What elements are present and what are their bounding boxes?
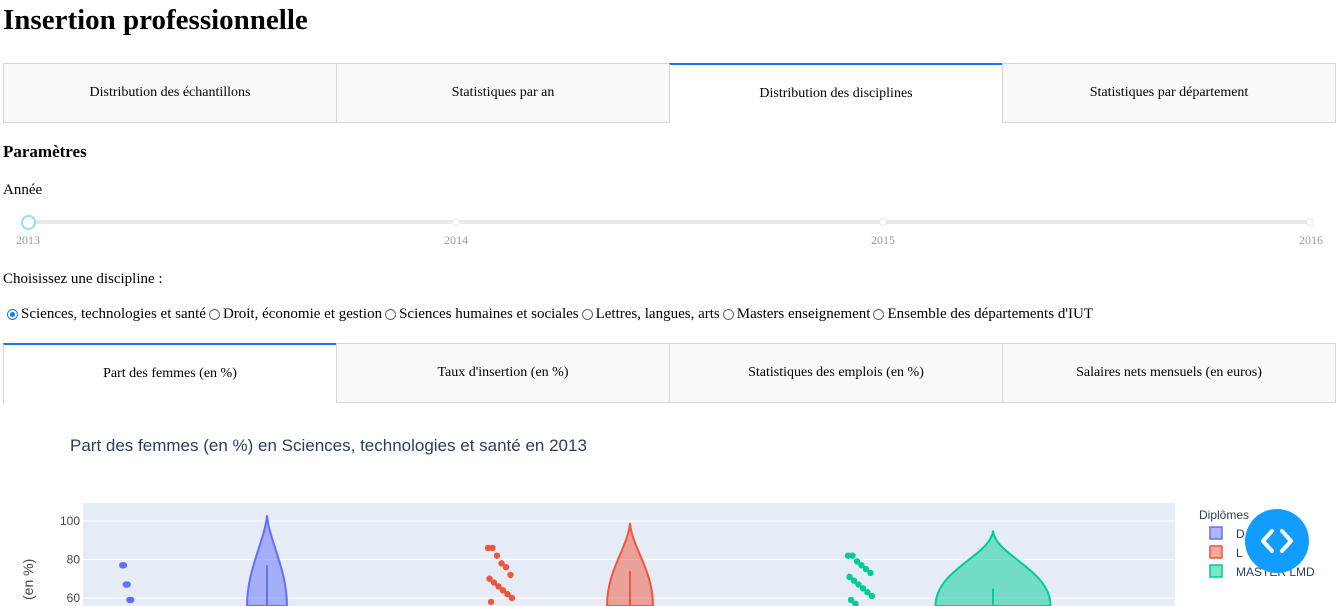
data-point (508, 594, 516, 602)
data-point (487, 598, 495, 606)
data-point (502, 564, 510, 571)
legend-item: L (1236, 546, 1243, 560)
data-point (124, 581, 131, 588)
code-toggle-button[interactable] (1245, 509, 1309, 573)
data-point (507, 571, 514, 579)
data-point (868, 592, 876, 600)
y-axis-label: (en %) (20, 559, 36, 600)
legend-item: D (1236, 527, 1245, 541)
data-point (849, 552, 856, 559)
data-point (493, 552, 501, 559)
legend-swatch (1209, 526, 1223, 540)
y-tick-label: 80 (67, 553, 81, 567)
violin-chart: 6080100(en %)DiplômesDLMASTER LMD (20, 503, 1315, 606)
data-point (120, 562, 128, 569)
code-icon (1261, 529, 1293, 553)
legend-swatch (1209, 545, 1223, 559)
legend-swatch (1209, 564, 1223, 578)
data-point (867, 569, 874, 577)
y-tick-label: 60 (67, 591, 81, 605)
data-point (128, 596, 135, 604)
y-tick-label: 100 (60, 514, 80, 528)
data-point (489, 544, 496, 552)
legend-title: Diplômes (1199, 508, 1249, 522)
